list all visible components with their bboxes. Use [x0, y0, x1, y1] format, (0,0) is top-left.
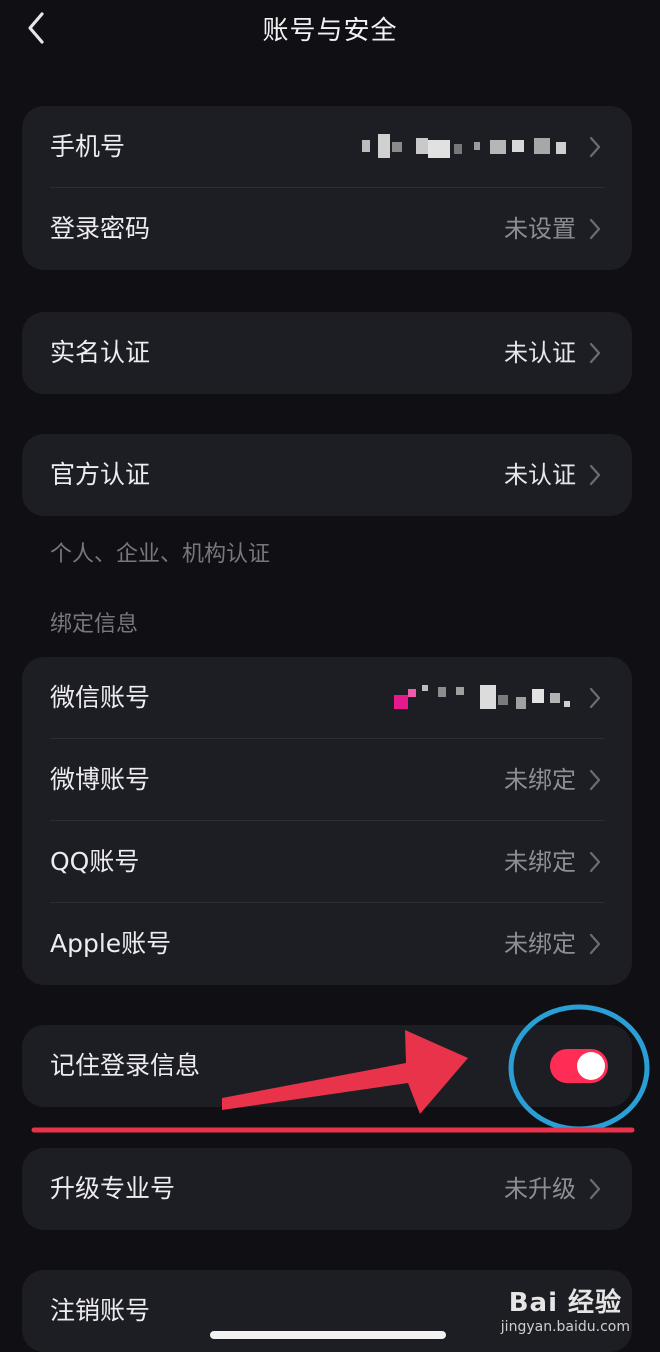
watermark-url: jingyan.baidu.com	[500, 1319, 630, 1335]
annotation-circle	[508, 1004, 650, 1132]
annotation-arrow	[222, 1030, 468, 1114]
home-indicator	[210, 1331, 446, 1339]
annotation-overlay	[31, 1004, 650, 1133]
watermark-brand: Bai 经验	[508, 1288, 623, 1318]
baidu-watermark: Bai 经验 jingyan.baidu.com	[501, 1282, 630, 1335]
